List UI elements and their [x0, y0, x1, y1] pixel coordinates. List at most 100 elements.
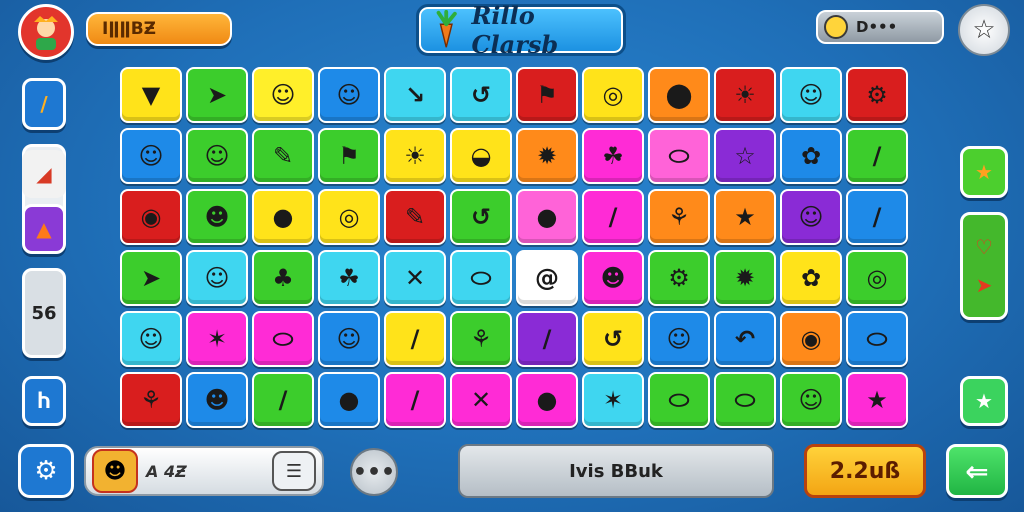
- board-tile[interactable]: ☺: [780, 372, 842, 428]
- right-bonus-star-button[interactable]: ★: [960, 376, 1008, 426]
- board-tile[interactable]: ✎: [384, 189, 446, 245]
- board-tile[interactable]: ✶: [186, 311, 248, 367]
- board-tile[interactable]: ☻: [582, 250, 644, 306]
- board-tile[interactable]: ☺: [318, 311, 380, 367]
- favorite-button[interactable]: ☆: [958, 4, 1010, 56]
- board-tile[interactable]: ☺: [186, 128, 248, 184]
- board-tile[interactable]: ★: [846, 372, 908, 428]
- carrot-icon: [436, 10, 457, 48]
- board-tile[interactable]: ★: [714, 189, 776, 245]
- board-tile[interactable]: ⬭: [252, 311, 314, 367]
- board-tile[interactable]: ⬭: [846, 311, 908, 367]
- board-tile[interactable]: ●: [318, 372, 380, 428]
- board-tile[interactable]: ➤: [186, 67, 248, 123]
- board-tile[interactable]: ●: [252, 189, 314, 245]
- board-tile[interactable]: ∕: [846, 189, 908, 245]
- board-tile[interactable]: ☻: [186, 189, 248, 245]
- board-tile[interactable]: ↺: [450, 67, 512, 123]
- left-tool-level-button[interactable]: Ⴙ: [22, 376, 66, 426]
- board-tile[interactable]: ☺: [186, 250, 248, 306]
- board-tile[interactable]: ➤: [120, 250, 182, 306]
- board-tile[interactable]: ◒: [450, 128, 512, 184]
- board-tile[interactable]: ⬭: [648, 128, 710, 184]
- board-tile[interactable]: ⬭: [648, 372, 710, 428]
- board-tile[interactable]: ↺: [582, 311, 644, 367]
- board-tile[interactable]: ✕: [384, 250, 446, 306]
- board-tile[interactable]: ⚘: [120, 372, 182, 428]
- board-tile[interactable]: ♣: [252, 250, 314, 306]
- pencil-icon: ✎: [272, 142, 294, 170]
- board-tile[interactable]: ✶: [582, 372, 644, 428]
- board-tile[interactable]: ⚘: [648, 189, 710, 245]
- board-tile[interactable]: ⬤: [648, 67, 710, 123]
- board-tile[interactable]: ☺: [780, 189, 842, 245]
- right-star-button[interactable]: ★: [960, 146, 1008, 198]
- inventory-button[interactable]: ☰: [272, 451, 316, 491]
- settings-button[interactable]: ⚙: [18, 444, 74, 498]
- cat-face-icon: ☺: [138, 325, 164, 353]
- board-tile[interactable]: ⚘: [450, 311, 512, 367]
- board-tile[interactable]: ⚙: [648, 250, 710, 306]
- board-tile[interactable]: ∕: [252, 372, 314, 428]
- board-tile[interactable]: ☀: [384, 128, 446, 184]
- profile-avatar-button[interactable]: [18, 4, 74, 60]
- player-avatar[interactable]: ☻: [92, 449, 138, 493]
- board-tile[interactable]: ▼: [120, 67, 182, 123]
- heart-icon: ♡: [975, 235, 993, 259]
- leaf-icon: ☘: [338, 264, 360, 292]
- price-button[interactable]: 2.2uß: [804, 444, 926, 498]
- board-tile[interactable]: @: [516, 250, 578, 306]
- board-tile[interactable]: ☺: [318, 67, 380, 123]
- board-tile[interactable]: ∕: [582, 189, 644, 245]
- board-tile[interactable]: ☺: [120, 128, 182, 184]
- board-tile[interactable]: ⬭: [450, 250, 512, 306]
- board-tile[interactable]: ☻: [186, 372, 248, 428]
- left-tool-eraser-button[interactable]: ◢: [22, 150, 66, 198]
- board-tile[interactable]: ⚑: [516, 67, 578, 123]
- board-tile[interactable]: ⬭: [714, 372, 776, 428]
- board-tile[interactable]: ↶: [714, 311, 776, 367]
- level-icon: Ⴙ: [37, 389, 51, 413]
- board-tile[interactable]: ☺: [648, 311, 710, 367]
- board-tile[interactable]: ◎: [582, 67, 644, 123]
- left-tool-brush-button[interactable]: /: [22, 78, 66, 130]
- board-tile[interactable]: ◎: [318, 189, 380, 245]
- board-tile[interactable]: ↺: [450, 189, 512, 245]
- board-tile[interactable]: ◉: [780, 311, 842, 367]
- board-tile[interactable]: ∕: [516, 311, 578, 367]
- board-tile[interactable]: ∕: [384, 372, 446, 428]
- currency-label: D•••: [856, 18, 898, 36]
- board-tile[interactable]: ◉: [120, 189, 182, 245]
- board-tile[interactable]: ☘: [318, 250, 380, 306]
- ghost-icon: ☺: [336, 325, 362, 353]
- board-tile[interactable]: ☀: [714, 67, 776, 123]
- board-tile[interactable]: ⚑: [318, 128, 380, 184]
- board-tile[interactable]: ✿: [780, 128, 842, 184]
- board-tile[interactable]: ↘: [384, 67, 446, 123]
- right-powerup-panel[interactable]: ♡ ➤: [960, 212, 1008, 320]
- leaf-icon: ⬭: [866, 325, 888, 353]
- board-tile[interactable]: ✹: [516, 128, 578, 184]
- board-tile[interactable]: ☘: [582, 128, 644, 184]
- board-tile[interactable]: ☺: [120, 311, 182, 367]
- board-tile[interactable]: ☺: [252, 67, 314, 123]
- smiley-icon: ☺: [798, 386, 824, 414]
- board-tile[interactable]: ✿: [780, 250, 842, 306]
- left-tool-shape-button[interactable]: ▲: [22, 204, 66, 254]
- board-tile[interactable]: ☺: [780, 67, 842, 123]
- board-tile[interactable]: ●: [516, 372, 578, 428]
- left-counter-panel[interactable]: 56: [22, 268, 66, 358]
- board-tile[interactable]: ●: [516, 189, 578, 245]
- main-action-button[interactable]: Ivis BBuk: [458, 444, 774, 498]
- board-tile[interactable]: ✎: [252, 128, 314, 184]
- hook-icon: ↺: [470, 81, 492, 109]
- board-tile[interactable]: ✕: [450, 372, 512, 428]
- board-tile[interactable]: ∕: [384, 311, 446, 367]
- more-options-button[interactable]: •••: [350, 448, 398, 496]
- back-button[interactable]: ⇐: [946, 444, 1008, 498]
- board-tile[interactable]: ∕: [846, 128, 908, 184]
- board-tile[interactable]: ☆: [714, 128, 776, 184]
- board-tile[interactable]: ⚙: [846, 67, 908, 123]
- board-tile[interactable]: ✹: [714, 250, 776, 306]
- board-tile[interactable]: ◎: [846, 250, 908, 306]
